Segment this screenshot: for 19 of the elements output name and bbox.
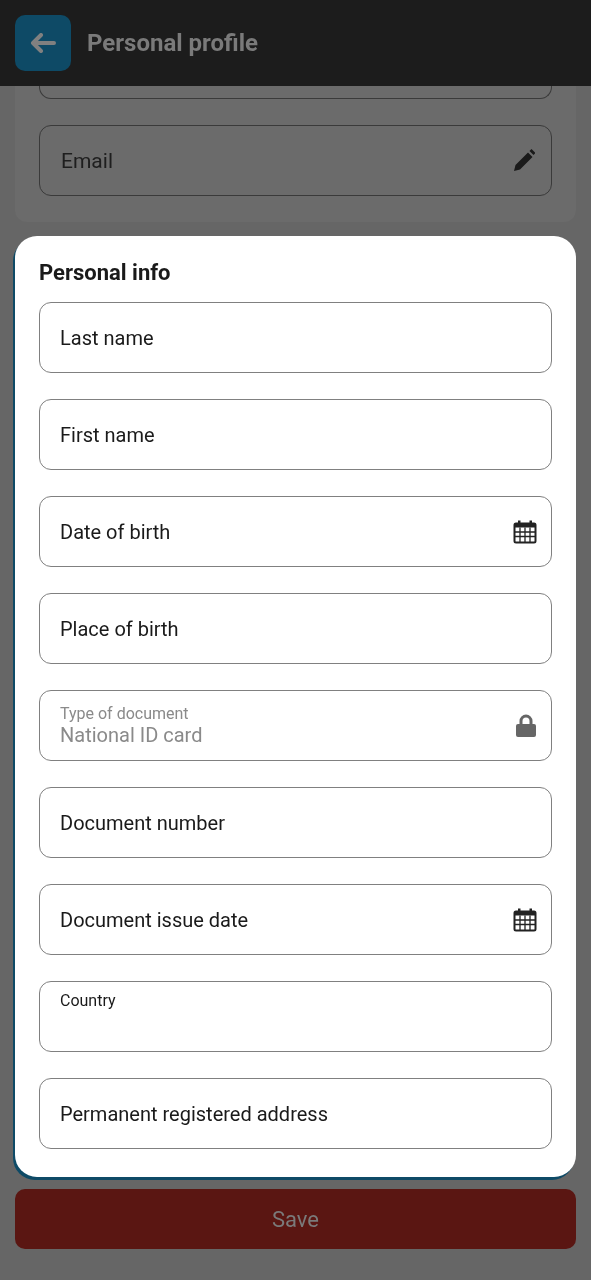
input-field[interactable]: Date of birth (39, 496, 552, 567)
back-arrow-icon (30, 33, 56, 53)
input-field[interactable]: First name (39, 399, 552, 470)
back-button[interactable] (15, 15, 71, 71)
screen-title: Personal profile (87, 29, 258, 57)
input-field[interactable] (39, 86, 552, 99)
calendar-icon (513, 907, 537, 932)
input-field[interactable]: Document number (39, 787, 552, 858)
input-field[interactable]: Last name (39, 302, 552, 373)
calendar-icon (513, 519, 537, 544)
input-field[interactable]: Country (39, 981, 552, 1052)
input-field[interactable]: Place of birth (39, 593, 552, 664)
lock-icon (515, 713, 537, 738)
field-label: Country (60, 991, 116, 1010)
pencil-icon (511, 147, 535, 174)
section-title: Personal info (39, 260, 172, 285)
input-field[interactable]: Permanent registered address (39, 1078, 552, 1149)
field-label: Type of document (60, 704, 190, 723)
input-field[interactable]: Document issue date (39, 884, 552, 955)
